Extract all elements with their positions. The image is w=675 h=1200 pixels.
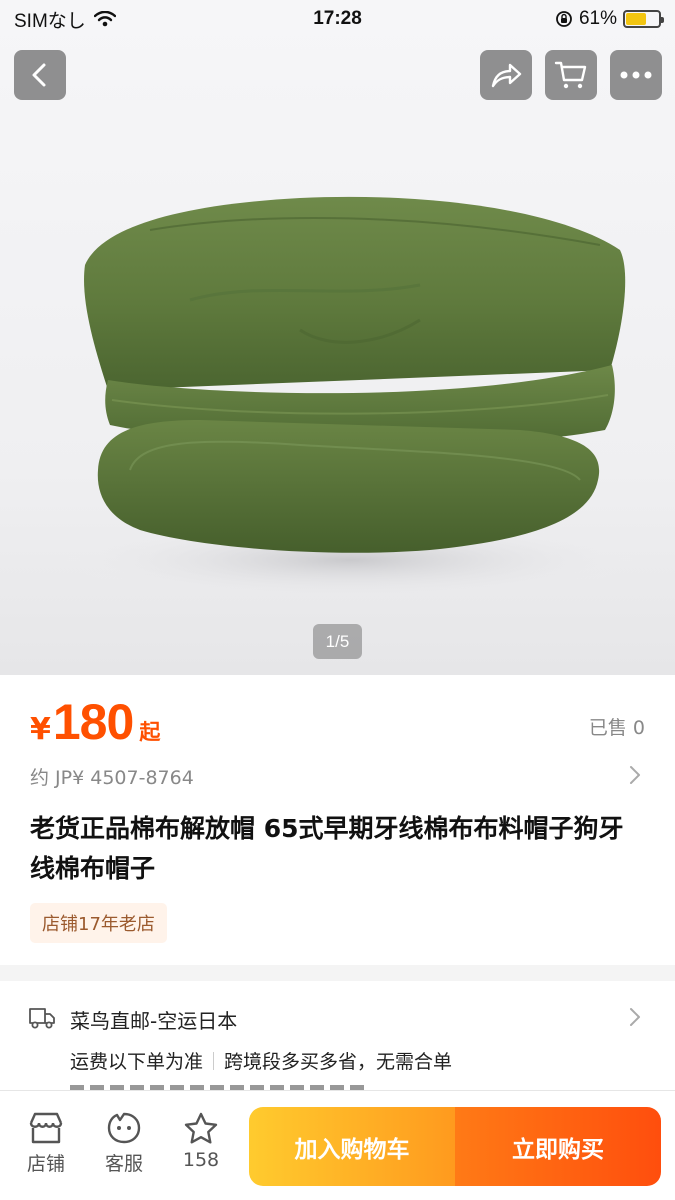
buy-now-button[interactable]: 立即购买 <box>455 1107 661 1186</box>
store-age-badge: 店铺17年老店 <box>30 903 167 943</box>
share-button[interactable] <box>480 50 532 100</box>
favorite-button[interactable]: 158 <box>169 1111 233 1171</box>
cart-icon <box>554 61 587 89</box>
shipping-fee-note: 运费以下单为准 <box>70 1051 204 1073</box>
shipping-fee-row: 运费以下单为准 跨境段多买多省，无需合单 <box>70 1047 452 1074</box>
sold-count: 已售 0 <box>588 717 645 739</box>
status-bar: SIMなし 17:28 61% <box>0 0 675 38</box>
store-label: 店铺 <box>26 1153 65 1175</box>
more-icon <box>620 71 652 79</box>
approx-price[interactable]: 约 JP¥ 4507-8764 <box>30 763 194 790</box>
customer-service-icon <box>107 1112 141 1144</box>
product-image-carousel[interactable]: 1/5 <box>0 0 675 675</box>
add-to-cart-button[interactable]: 加入购物车 <box>249 1107 455 1186</box>
orientation-lock-icon <box>556 11 572 27</box>
bottom-action-bar: 店铺 客服 158 加入购物车 立即购买 <box>0 1090 675 1200</box>
product-info: ¥ 180 起 已售 0 约 JP¥ 4507-8764 老货正品棉布解放帽 6… <box>0 675 675 965</box>
battery-percent: 61% <box>578 8 617 29</box>
page-indicator: 1/5 <box>313 624 362 659</box>
battery-icon <box>623 10 664 28</box>
product-title: 老货正品棉布解放帽 65式早期牙线棉布布料帽子狗牙线棉布帽子 <box>30 814 624 883</box>
battery-level <box>626 13 646 25</box>
cart-button[interactable] <box>545 50 597 100</box>
back-icon <box>32 63 46 87</box>
star-icon <box>184 1112 218 1144</box>
purchase-actions: 加入购物车 立即购买 <box>249 1107 661 1186</box>
favorites-count: 158 <box>182 1149 220 1171</box>
chevron-right-icon[interactable] <box>629 765 641 785</box>
wifi-icon <box>93 11 116 27</box>
price-suffix: 起 <box>139 720 161 744</box>
store-icon <box>29 1112 63 1144</box>
hat-image <box>60 196 640 600</box>
divider <box>213 1051 215 1070</box>
customer-service-label: 客服 <box>104 1153 143 1175</box>
back-button[interactable] <box>14 50 66 100</box>
chevron-right-icon[interactable] <box>629 1007 641 1027</box>
more-button[interactable] <box>610 50 662 100</box>
carrier-label: SIMなし <box>14 10 86 32</box>
shipping-section[interactable]: 菜鸟直邮-空运日本 运费以下单为准 跨境段多买多省，无需合单 <box>0 981 675 1101</box>
delivery-truck-icon <box>29 1008 55 1029</box>
shipping-method: 菜鸟直邮-空运日本 <box>70 1009 238 1033</box>
share-icon <box>491 63 522 88</box>
currency-symbol: ¥ <box>30 712 51 747</box>
price-value: 180 <box>52 694 134 750</box>
store-button[interactable]: 店铺 <box>14 1111 78 1176</box>
customer-service-button[interactable]: 客服 <box>92 1111 156 1176</box>
price: ¥ 180 起 <box>30 693 160 751</box>
cross-border-note: 跨境段多买多省，无需合单 <box>224 1051 453 1073</box>
